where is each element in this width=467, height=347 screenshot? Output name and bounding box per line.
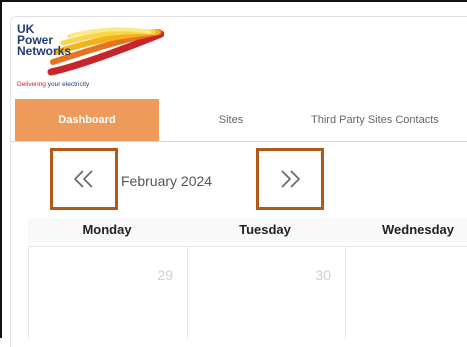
tab-third-party-sites-contacts[interactable]: Third Party Sites Contacts <box>311 99 467 141</box>
logo-tagline-rest: your electricity <box>45 81 90 88</box>
logo-line-networks: Networks <box>17 44 72 58</box>
next-month-button[interactable] <box>256 148 324 210</box>
main-tabs: Dashboard Sites Third Party Sites Contac… <box>11 99 467 142</box>
logo-wordmark: UK Power Networks <box>17 23 72 58</box>
current-month-label: February 2024 <box>121 173 213 189</box>
date-number: 30 <box>315 267 331 283</box>
weekday-tuesday: Tuesday <box>239 222 291 237</box>
calendar-day-cell[interactable] <box>345 247 467 339</box>
double-chevron-left-icon <box>74 170 93 188</box>
weekday-header: Monday Tuesday Wednesday <box>28 218 467 242</box>
calendar-day-cell[interactable]: 30 <box>187 247 345 339</box>
company-logo[interactable]: UK Power Networks Delivering your electr… <box>17 23 167 94</box>
calendar-day-cell[interactable]: 29 <box>28 247 187 339</box>
calendar-grid: 29 30 <box>28 246 467 339</box>
logo-tagline-main: Delivering <box>17 81 46 88</box>
tab-sites[interactable]: Sites <box>159 99 303 141</box>
date-number: 29 <box>157 267 173 283</box>
logo-tagline: Delivering your electricity <box>17 81 89 88</box>
previous-month-button[interactable] <box>50 148 118 210</box>
tab-dashboard[interactable]: Dashboard <box>15 99 159 141</box>
weekday-monday: Monday <box>82 222 132 237</box>
double-chevron-right-icon <box>281 170 300 188</box>
weekday-wednesday: Wednesday <box>382 222 455 237</box>
